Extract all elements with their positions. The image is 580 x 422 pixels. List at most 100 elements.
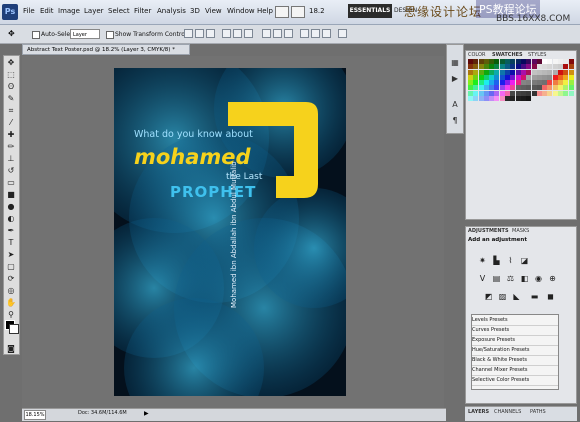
swatch-cell[interactable]: [547, 69, 553, 75]
3d-rotate-tool-icon[interactable]: ⟳: [5, 274, 17, 283]
channel-mixer-icon[interactable]: ⊕: [548, 274, 557, 283]
swatch-cell[interactable]: [520, 69, 526, 75]
distribute-right-icon[interactable]: [322, 29, 331, 38]
swatch-cell[interactable]: [499, 74, 505, 80]
swatch-cell[interactable]: [510, 74, 516, 80]
swatch-cell[interactable]: [552, 69, 558, 75]
swatch-cell[interactable]: [499, 96, 505, 102]
swatch-cell[interactable]: [515, 64, 521, 70]
swatch-cell[interactable]: [526, 64, 532, 70]
threshold-icon[interactable]: ◣: [512, 292, 521, 301]
swatch-cell[interactable]: [536, 64, 542, 70]
swatch-cell[interactable]: [473, 64, 479, 70]
swatch-cell[interactable]: [558, 59, 564, 64]
swatch-cell[interactable]: [494, 85, 500, 91]
swatch-cell[interactable]: [505, 59, 511, 64]
swatch-cell[interactable]: [494, 80, 500, 86]
preset-black-white[interactable]: Black & White Presets: [472, 356, 558, 366]
blur-tool-icon[interactable]: ●: [5, 202, 17, 211]
exposure-icon[interactable]: ◪: [520, 256, 529, 265]
swatch-cell[interactable]: [468, 64, 473, 70]
swatch-cell[interactable]: [552, 74, 558, 80]
swatch-cell[interactable]: [483, 85, 489, 91]
swatch-cell[interactable]: [558, 69, 564, 75]
swatch-cell[interactable]: [478, 64, 484, 70]
align-hcenter-icon[interactable]: [233, 29, 242, 38]
swatch-cell[interactable]: [542, 64, 548, 70]
rectangle-tool-icon[interactable]: ▢: [5, 262, 17, 271]
swatch-cell[interactable]: [552, 80, 558, 86]
swatch-cell[interactable]: [520, 96, 526, 102]
swatch-cell[interactable]: [531, 59, 537, 64]
swatch-cell[interactable]: [473, 74, 479, 80]
swatch-cell[interactable]: [478, 90, 484, 96]
swatch-cell[interactable]: [494, 69, 500, 75]
swatch-cell[interactable]: [520, 59, 526, 64]
brightness-icon[interactable]: ✷: [478, 256, 487, 265]
swatch-cell[interactable]: [515, 85, 521, 91]
swatch-cell[interactable]: [489, 59, 495, 64]
swatch-cell[interactable]: [489, 74, 495, 80]
hand-tool-icon[interactable]: ✋: [5, 298, 17, 307]
swatch-cell[interactable]: [510, 64, 516, 70]
distribute-vcenter-icon[interactable]: [273, 29, 282, 38]
swatch-cell[interactable]: [568, 80, 574, 86]
swatch-cell[interactable]: [510, 80, 516, 86]
swatch-cell[interactable]: [526, 69, 532, 75]
swatch-cell[interactable]: [563, 80, 569, 86]
swatch-cell[interactable]: [499, 80, 505, 86]
swatch-cell[interactable]: [510, 69, 516, 75]
swatch-cell[interactable]: [468, 69, 473, 75]
swatch-cell[interactable]: [489, 80, 495, 86]
swatch-cell[interactable]: [489, 64, 495, 70]
swatch-cell[interactable]: [531, 64, 537, 70]
distribute-top-icon[interactable]: [262, 29, 271, 38]
swatch-cell[interactable]: [505, 80, 511, 86]
swatch-cell[interactable]: [558, 90, 564, 96]
menu-filter[interactable]: Filter: [134, 7, 151, 15]
history-panel-icon[interactable]: ▦: [450, 58, 460, 68]
essentials-workspace-button[interactable]: ESSENTIALS: [348, 4, 392, 18]
swatch-cell[interactable]: [505, 64, 511, 70]
swatch-cell[interactable]: [558, 85, 564, 91]
swatch-cell[interactable]: [552, 90, 558, 96]
swatch-cell[interactable]: [468, 80, 473, 86]
show-transform-checkbox[interactable]: [106, 31, 114, 39]
swatch-cell[interactable]: [547, 85, 553, 91]
swatch-cell[interactable]: [558, 74, 564, 80]
marquee-tool-icon[interactable]: ⬚: [5, 70, 17, 79]
swatch-cell[interactable]: [526, 74, 532, 80]
swatch-cell[interactable]: [563, 69, 569, 75]
auto-select-checkbox[interactable]: [32, 31, 40, 39]
swatch-cell[interactable]: [542, 74, 548, 80]
swatch-cell[interactable]: [526, 85, 532, 91]
swatch-cell[interactable]: [468, 96, 473, 102]
bridge-icon[interactable]: [275, 6, 289, 18]
tab-color[interactable]: COLOR: [468, 51, 485, 59]
selective-color-icon[interactable]: ◼: [546, 292, 555, 301]
swatch-cell[interactable]: [547, 64, 553, 70]
preset-exposure[interactable]: Exposure Presets: [472, 336, 558, 346]
swatch-cell[interactable]: [563, 74, 569, 80]
pen-tool-icon[interactable]: ✒: [5, 226, 17, 235]
tab-paths[interactable]: PATHS: [530, 408, 546, 416]
history-brush-tool-icon[interactable]: ↺: [5, 166, 17, 175]
swatch-cell[interactable]: [536, 74, 542, 80]
swatch-cell[interactable]: [510, 96, 516, 102]
minibridge-icon[interactable]: [291, 6, 305, 18]
swatch-cell[interactable]: [568, 59, 574, 64]
swatch-cell[interactable]: [483, 90, 489, 96]
swatch-cell[interactable]: [510, 59, 516, 64]
swatch-cell[interactable]: [536, 80, 542, 86]
swatch-cell[interactable]: [505, 90, 511, 96]
swatch-cell[interactable]: [558, 80, 564, 86]
3d-orbit-tool-icon[interactable]: ◎: [5, 286, 17, 295]
swatch-cell[interactable]: [542, 90, 548, 96]
auto-select-dropdown[interactable]: Layer: [70, 29, 100, 39]
swatch-cell[interactable]: [468, 85, 473, 91]
distribute-bottom-icon[interactable]: [284, 29, 293, 38]
align-vcenter-icon[interactable]: [195, 29, 204, 38]
menu-file[interactable]: File: [23, 7, 35, 15]
document-tab[interactable]: Abstract Text Poster.psd @ 18.2% (Layer …: [22, 44, 190, 55]
zoom-tool-icon[interactable]: ⚲: [5, 310, 17, 319]
